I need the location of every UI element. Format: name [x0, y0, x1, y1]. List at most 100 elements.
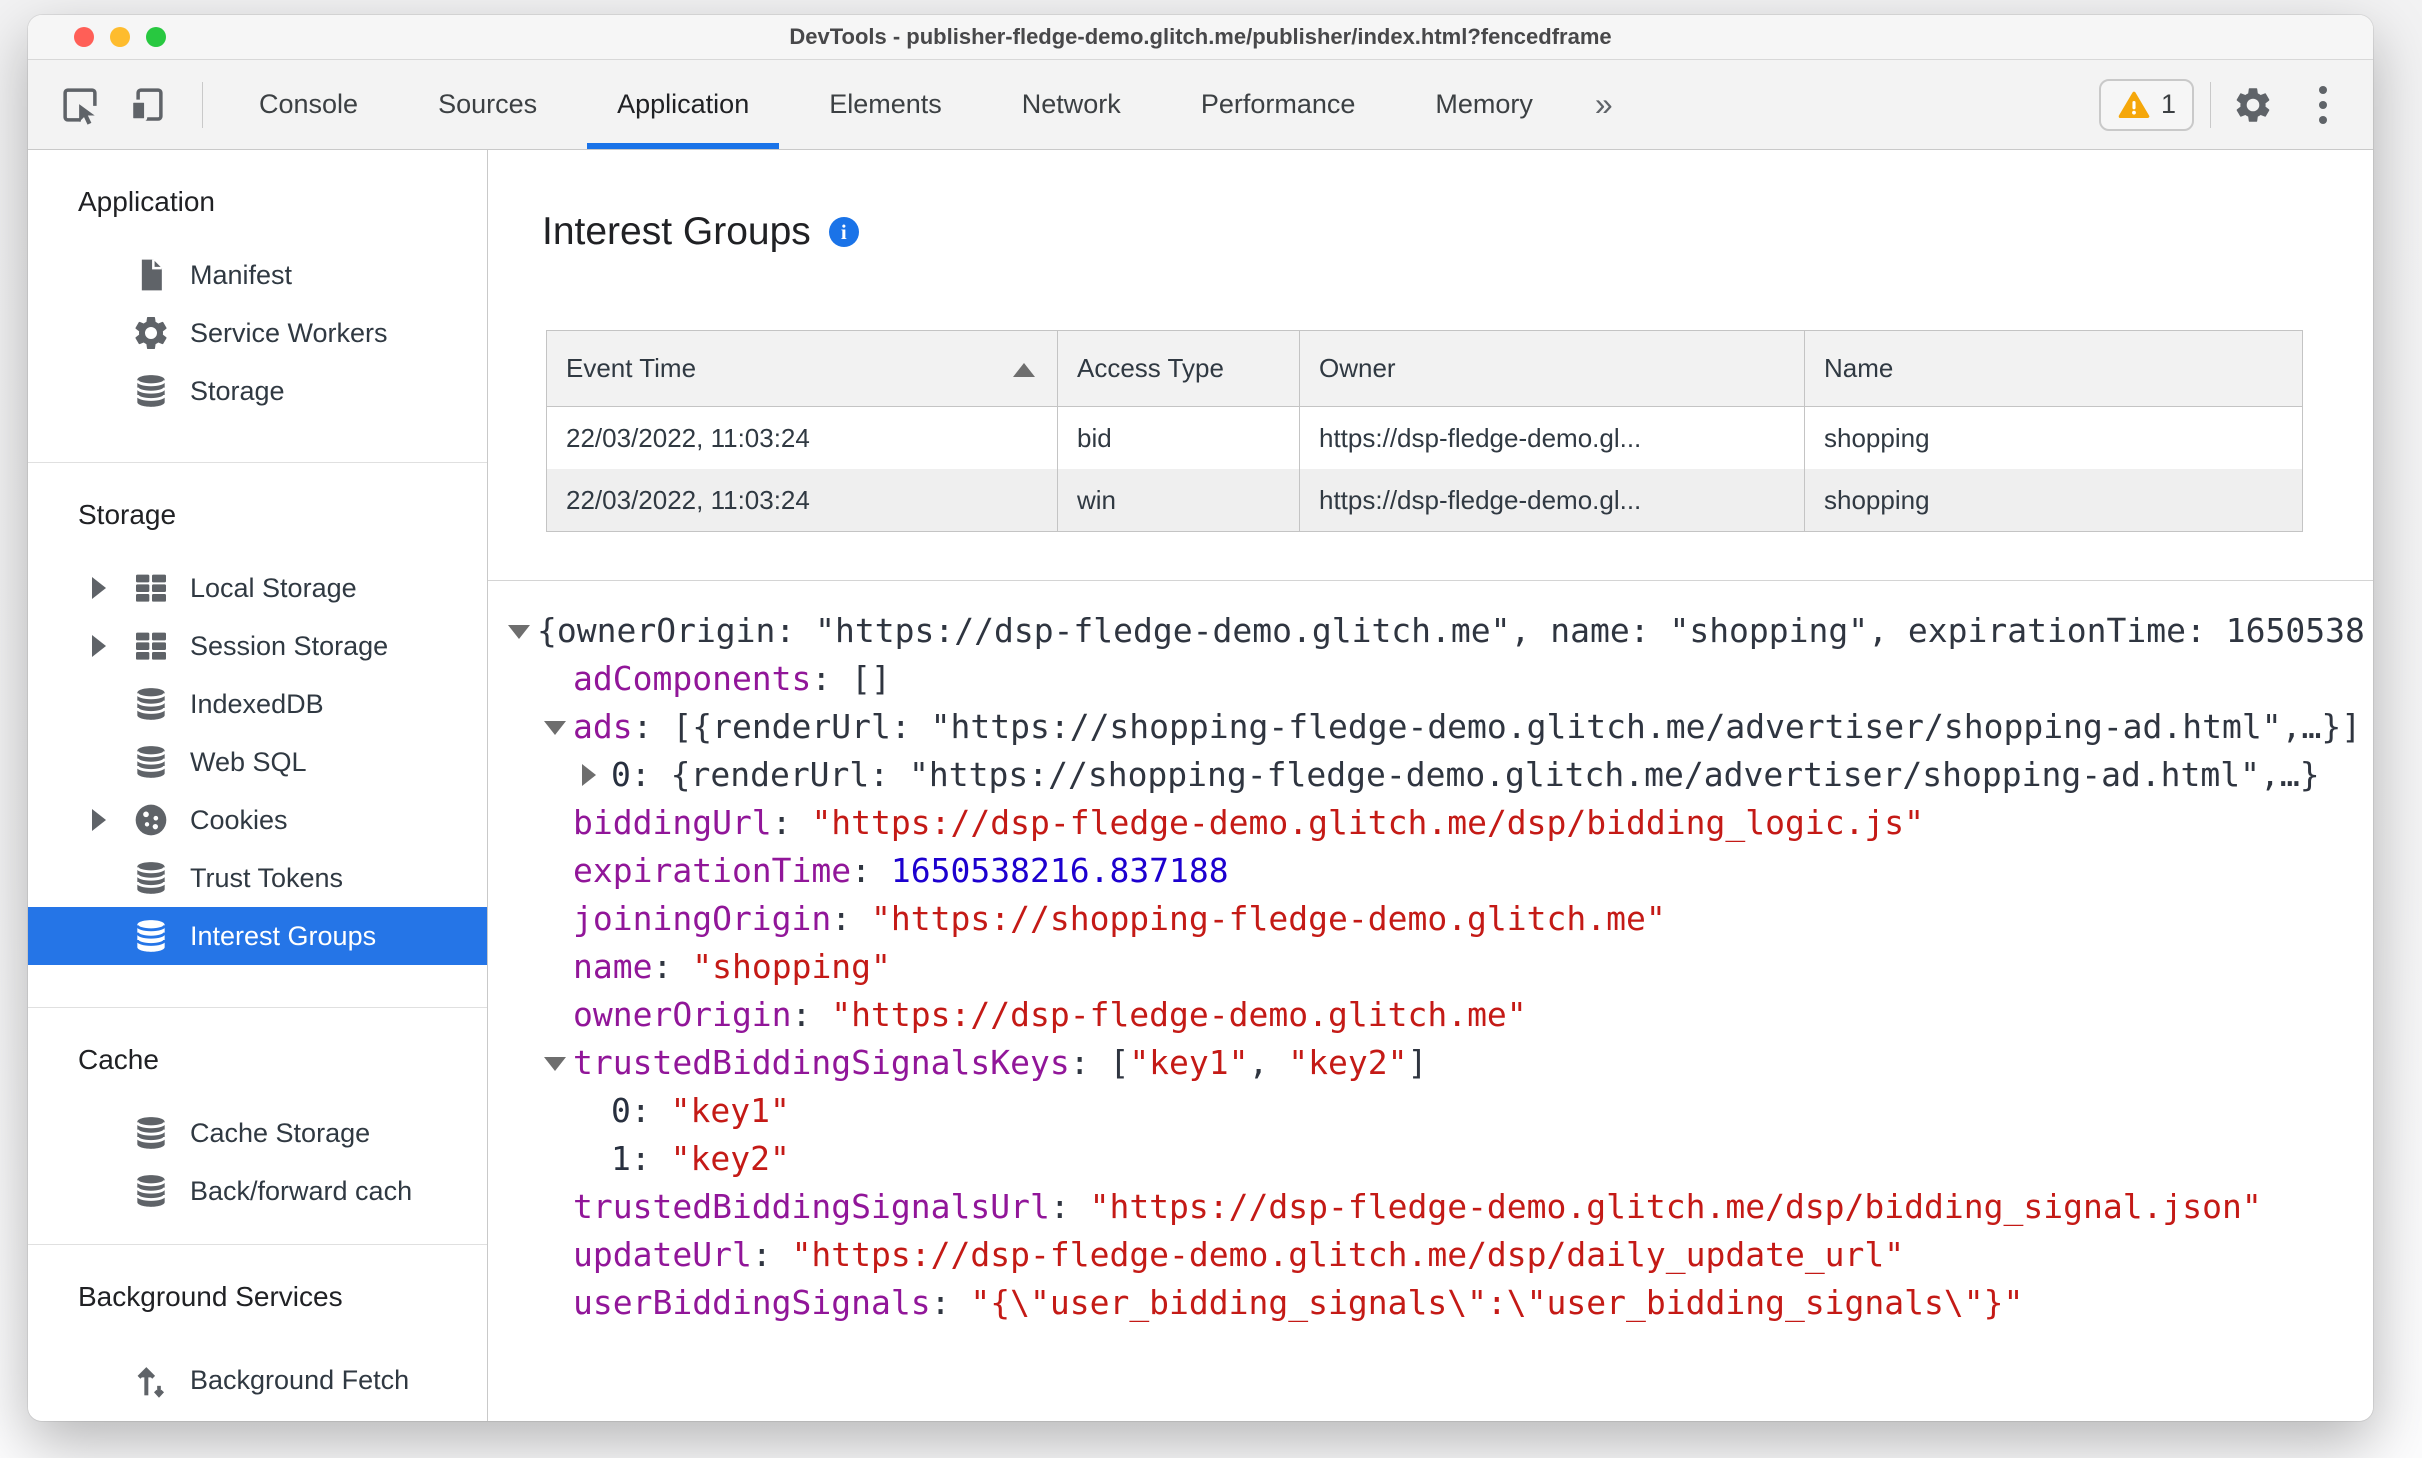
column-header-access-type[interactable]: Access Type [1058, 331, 1300, 406]
column-header-event-time[interactable]: Event Time [547, 331, 1058, 406]
warning-icon [2118, 91, 2150, 118]
tree-row[interactable]: biddingUrl: "https://dsp-fledge-demo.gli… [488, 799, 2373, 847]
collapse-icon[interactable] [544, 721, 566, 735]
sort-ascending-icon [1013, 362, 1035, 377]
column-header-name[interactable]: Name [1805, 331, 2302, 406]
gear-icon[interactable] [2227, 79, 2279, 131]
more-tabs-button[interactable]: » [1573, 60, 1635, 149]
tree-row[interactable]: userBiddingSignals: "{\"user_bidding_sig… [488, 1279, 2373, 1327]
table-icon [130, 567, 172, 609]
tab-performance[interactable]: Performance [1161, 60, 1396, 149]
sidebar-item-interest-groups[interactable]: Interest Groups [28, 907, 487, 965]
section-cache: Cache Cache Storage Back/forward cach [28, 1008, 487, 1245]
tree-row[interactable]: trustedBiddingSignalsKeys: ["key1", "key… [488, 1039, 2373, 1087]
section-application: Application Manifest Service Workers Sto… [28, 150, 487, 463]
tree-row[interactable]: ownerOrigin: "https://dsp-fledge-demo.gl… [488, 991, 2373, 1039]
table-body: 22/03/2022, 11:03:24 bid https://dsp-fle… [547, 407, 2302, 531]
section-header-background-services: Background Services [78, 1281, 343, 1312]
table-row[interactable]: 22/03/2022, 11:03:24 win https://dsp-fle… [547, 469, 2302, 531]
device-toolbar-icon[interactable] [120, 79, 172, 131]
tree-row[interactable]: 0: {renderUrl: "https://shopping-fledge-… [488, 751, 2373, 799]
sidebar-item-label: Interest Groups [190, 920, 377, 951]
devtools-content: Application Manifest Service Workers Sto… [28, 150, 2373, 1421]
page-title: Interest Groups [542, 210, 811, 253]
sidebar-item-local-storage[interactable]: Local Storage [28, 559, 487, 617]
toolbar-divider [2210, 81, 2211, 128]
tree-row[interactable]: expirationTime: 1650538216.837188 [488, 847, 2373, 895]
sidebar-item-web-sql[interactable]: Web SQL [28, 733, 487, 791]
sidebar-item-label: IndexedDB [190, 688, 324, 719]
sidebar-item-label: Storage [190, 375, 285, 406]
background-fetch-icon [130, 1359, 172, 1401]
cookie-icon [130, 799, 172, 841]
collapse-icon[interactable] [544, 1057, 566, 1071]
issues-warning-badge[interactable]: 1 [2098, 78, 2194, 131]
close-button[interactable] [74, 27, 94, 47]
sidebar-item-cache-storage[interactable]: Cache Storage [28, 1104, 487, 1162]
sidebar-item-label: Trust Tokens [190, 862, 344, 893]
tree-row[interactable]: updateUrl: "https://dsp-fledge-demo.glit… [488, 1231, 2373, 1279]
tree-row[interactable]: 0: "key1" [488, 1087, 2373, 1135]
database-icon [130, 1112, 172, 1154]
section-background-services: Background Services Background Fetch [28, 1245, 487, 1409]
devtools-toolbar: Console Sources Application Elements Net… [28, 60, 2373, 150]
kebab-menu-icon[interactable] [2301, 79, 2345, 131]
tree-row[interactable]: name: "shopping" [488, 943, 2373, 991]
tab-elements[interactable]: Elements [789, 60, 982, 149]
cell-name: shopping [1824, 484, 1930, 515]
sidebar-item-background-fetch[interactable]: Background Fetch [28, 1351, 487, 1409]
sidebar-item-session-storage[interactable]: Session Storage [28, 617, 487, 675]
sidebar-item-service-workers[interactable]: Service Workers [28, 304, 487, 362]
tree-row[interactable]: {ownerOrigin: "https://dsp-fledge-demo.g… [488, 607, 2373, 655]
expand-icon[interactable] [92, 635, 106, 657]
expand-icon[interactable] [582, 764, 596, 786]
database-icon [130, 1170, 172, 1212]
tree-row[interactable]: trustedBiddingSignalsUrl: "https://dsp-f… [488, 1183, 2373, 1231]
sidebar-item-back-forward-cache[interactable]: Back/forward cach [28, 1162, 487, 1220]
tab-application[interactable]: Application [577, 60, 789, 149]
column-header-owner[interactable]: Owner [1300, 331, 1805, 406]
expand-icon[interactable] [92, 577, 106, 599]
database-icon [130, 683, 172, 725]
desktop: { "window": { "title": "DevTools - publi… [0, 0, 2422, 1458]
section-header-application: Application [78, 186, 215, 217]
tree-row[interactable]: ads: [{renderUrl: "https://shopping-fled… [488, 703, 2373, 751]
table-row[interactable]: 22/03/2022, 11:03:24 bid https://dsp-fle… [547, 407, 2302, 469]
sidebar-item-trust-tokens[interactable]: Trust Tokens [28, 849, 487, 907]
sidebar-item-storage[interactable]: Storage [28, 362, 487, 420]
zoom-button[interactable] [146, 27, 166, 47]
tree-row[interactable]: 1: "key2" [488, 1135, 2373, 1183]
info-icon[interactable] [828, 217, 859, 247]
devtools-window: DevTools - publisher-fledge-demo.glitch.… [28, 15, 2373, 1421]
cell-event-time: 22/03/2022, 11:03:24 [547, 407, 1058, 469]
inspect-icon[interactable] [54, 79, 106, 131]
toolbar-divider [202, 81, 203, 128]
database-icon [130, 915, 172, 957]
sidebar-item-label: Manifest [190, 259, 293, 290]
tab-sources[interactable]: Sources [398, 60, 577, 149]
tab-console[interactable]: Console [219, 60, 398, 149]
cell-access-type: win [1058, 469, 1300, 531]
cell-owner: https://dsp-fledge-demo.gl... [1300, 407, 1805, 469]
sidebar-item-label: Cookies [190, 804, 288, 835]
database-icon [130, 370, 172, 412]
sidebar-item-label: Cache Storage [190, 1117, 371, 1148]
minimize-button[interactable] [110, 27, 130, 47]
table-icon [130, 625, 172, 667]
database-icon [130, 857, 172, 899]
gear-icon [130, 312, 172, 354]
tree-row[interactable]: adComponents: [] [488, 655, 2373, 703]
sidebar-item-manifest[interactable]: Manifest [28, 246, 487, 304]
sidebar-item-label: Web SQL [190, 746, 307, 777]
section-header-cache: Cache [78, 1044, 159, 1075]
panel-tabs: Console Sources Application Elements Net… [219, 60, 1635, 149]
interest-groups-table: Event Time Access Type Owner Name 22/03/… [546, 330, 2303, 532]
sidebar-item-indexeddb[interactable]: IndexedDB [28, 675, 487, 733]
tab-memory[interactable]: Memory [1395, 60, 1573, 149]
sidebar-item-cookies[interactable]: Cookies [28, 791, 487, 849]
tab-network[interactable]: Network [982, 60, 1161, 149]
expand-icon[interactable] [92, 809, 106, 831]
tree-row[interactable]: joiningOrigin: "https://shopping-fledge-… [488, 895, 2373, 943]
traffic-lights [74, 27, 166, 47]
collapse-icon[interactable] [508, 625, 530, 639]
